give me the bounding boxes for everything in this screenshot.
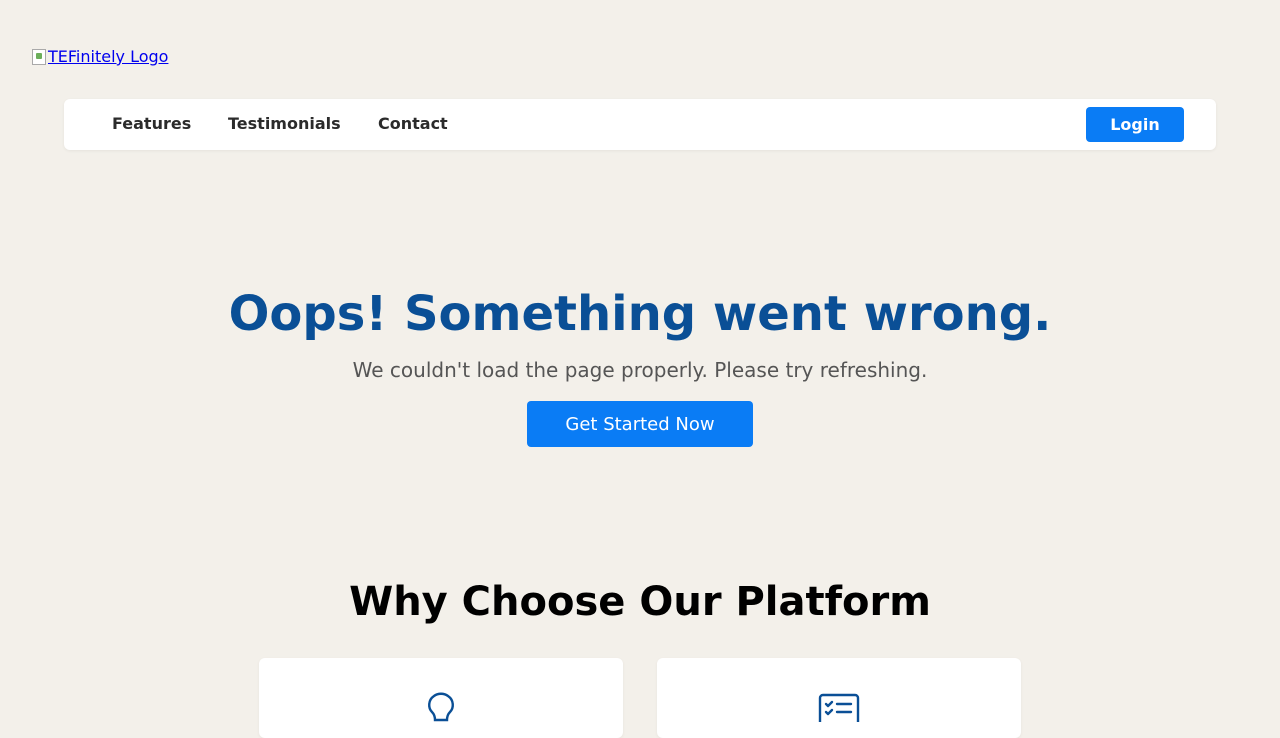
broken-image-icon	[32, 49, 46, 65]
feature-card	[259, 658, 623, 738]
section-title: Why Choose Our Platform	[349, 579, 931, 625]
nav-link-contact[interactable]: Contact	[378, 114, 448, 134]
feature-card	[657, 658, 1021, 738]
checklist-icon	[818, 692, 860, 727]
hero-subtitle: We couldn't load the page properly. Plea…	[352, 358, 928, 382]
lightbulb-icon	[424, 692, 458, 732]
nav-link-testimonials[interactable]: Testimonials	[228, 114, 341, 134]
hero-title: Oops! Something went wrong.	[228, 286, 1052, 342]
login-button[interactable]: Login	[1086, 107, 1184, 142]
get-started-button[interactable]: Get Started Now	[527, 401, 753, 447]
nav-link-features[interactable]: Features	[112, 114, 191, 134]
logo-alt-text: TEFinitely Logo	[48, 47, 169, 66]
navbar: Features Testimonials Contact Login	[64, 99, 1216, 150]
logo-link[interactable]: TEFinitely Logo	[32, 47, 168, 67]
